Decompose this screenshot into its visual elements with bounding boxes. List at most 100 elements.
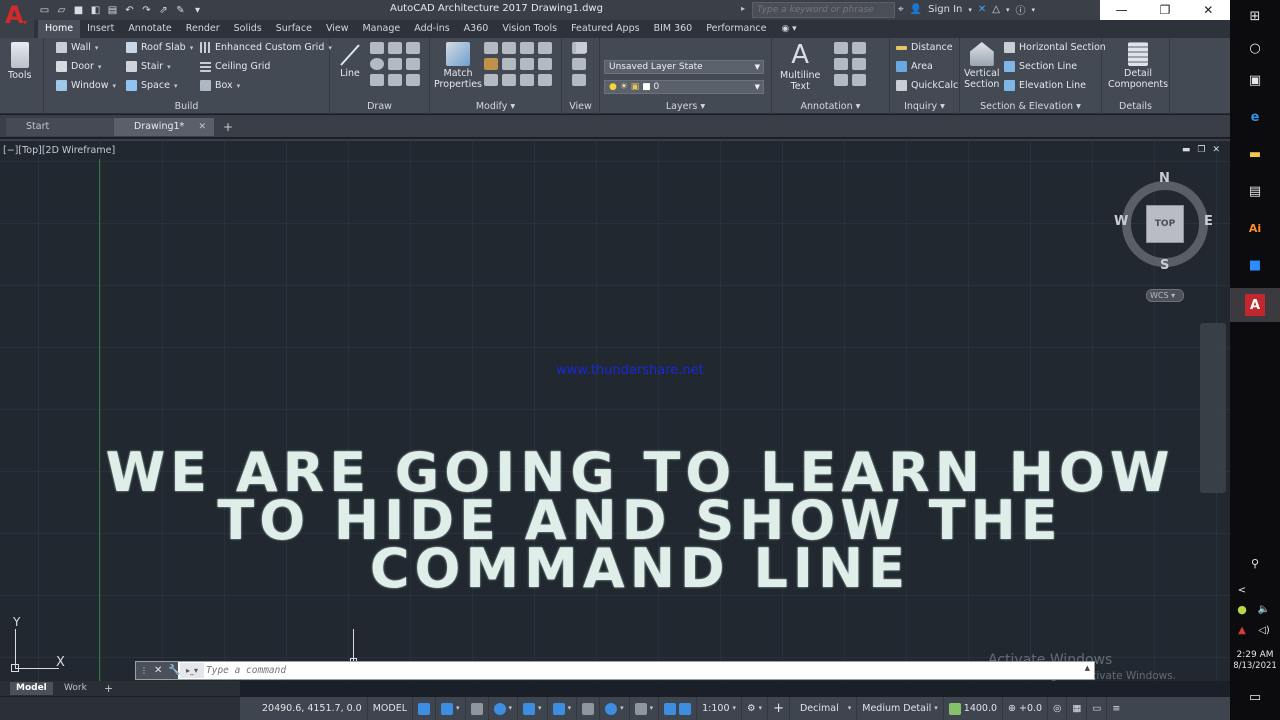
detail-components-button[interactable]: Detail Components	[1108, 42, 1168, 90]
tab-render[interactable]: Render	[179, 20, 227, 38]
file-explorer-icon[interactable]: ▬	[1243, 143, 1267, 165]
customization-menu[interactable]: ≡	[1107, 697, 1125, 720]
explode-icon[interactable]	[502, 74, 516, 86]
isolate-objects-toggle[interactable]: ◎	[1048, 697, 1068, 720]
wcs-menu-button[interactable]: WCS ▾	[1146, 289, 1184, 302]
annotation-scale-dropdown[interactable]: 1:100 ▾	[697, 697, 743, 720]
panel-title-modify[interactable]: Modify ▾	[430, 101, 561, 112]
hatch-icon[interactable]	[406, 58, 420, 70]
open-folder-icon[interactable]: ▱	[55, 4, 68, 17]
panel-title-annotation[interactable]: Annotation ▾	[772, 101, 889, 112]
sign-in-dropdown-icon[interactable]: ▾	[968, 6, 972, 14]
command-line-grip[interactable]: ⋮ ✕ 🔧	[136, 662, 181, 679]
elevation-line-button[interactable]: Elevation Line	[1004, 80, 1086, 91]
recent-commands-button[interactable]: ▸_▾	[180, 663, 204, 678]
isodraft-toggle[interactable]: ▾	[518, 697, 548, 720]
viewport-restore-icon[interactable]: ❐	[1197, 145, 1205, 155]
speaker-icon[interactable]: ◁)	[1252, 619, 1276, 641]
array-icon[interactable]	[484, 74, 498, 86]
roof-slab-button[interactable]: Roof Slab ▾	[126, 42, 193, 53]
save-as-icon[interactable]: ◧	[89, 4, 102, 17]
layer-state-dropdown[interactable]: Unsaved Layer State ▼	[604, 60, 764, 74]
ceiling-grid-button[interactable]: Ceiling Grid	[200, 61, 270, 72]
edge-browser-icon[interactable]: e	[1243, 106, 1267, 128]
model-space-toggle[interactable]: MODEL	[368, 697, 414, 720]
maximize-button[interactable]: ❐	[1143, 0, 1186, 20]
distance-button[interactable]: Distance	[896, 42, 953, 53]
stretch-icon[interactable]	[520, 58, 534, 70]
task-view-icon[interactable]: ▣	[1243, 69, 1267, 91]
windows-start-icon[interactable]: ⊞	[1243, 5, 1267, 27]
area-button[interactable]: Area	[896, 61, 933, 72]
scale-icon[interactable]	[538, 58, 552, 70]
a360-dropdown-icon[interactable]: ▾	[1006, 6, 1010, 14]
panel-title-view[interactable]: View	[562, 101, 599, 112]
command-history-icon[interactable]: ▲	[1085, 664, 1090, 672]
tab-performance[interactable]: Performance	[699, 20, 773, 38]
panel-title-inquiry[interactable]: Inquiry ▾	[890, 101, 959, 112]
command-input[interactable]	[206, 662, 1076, 679]
circle-icon[interactable]	[370, 58, 384, 70]
new-tab-button[interactable]: +	[220, 119, 236, 135]
tools-button[interactable]: Tools	[8, 42, 31, 81]
file-tab-drawing1[interactable]: Drawing1* ✕	[114, 118, 214, 136]
mirror-icon[interactable]	[484, 58, 498, 70]
vertical-section-button[interactable]: Vertical Section	[964, 42, 1000, 90]
coordinates-readout[interactable]: 20490.6, 4151.7, 0.0	[240, 697, 368, 720]
taskbar-clock-date[interactable]: 8/13/2021	[1230, 661, 1280, 671]
workspace-switch[interactable]: ⚙ ▾	[742, 697, 769, 720]
help-icon[interactable]: ⓘ	[1016, 2, 1026, 17]
keynote-icon[interactable]	[852, 58, 866, 70]
polyline-icon[interactable]	[370, 42, 384, 54]
viewport-controls-label[interactable]: [−][Top][2D Wireframe]	[3, 145, 115, 156]
tab-vision-tools[interactable]: Vision Tools	[495, 20, 564, 38]
a360-icon[interactable]: △	[992, 4, 1000, 15]
arc-icon[interactable]	[388, 42, 402, 54]
share-icon[interactable]: ⇗	[157, 4, 170, 17]
tag-icon[interactable]	[852, 42, 866, 54]
fillet-icon[interactable]	[502, 58, 516, 70]
dynamic-ucs-toggle[interactable]: ▾	[600, 697, 630, 720]
clean-screen-toggle[interactable]: ▭	[1087, 697, 1108, 720]
tab-featured-apps[interactable]: Featured Apps	[564, 20, 646, 38]
door-button[interactable]: Door ▾	[56, 61, 101, 72]
tray-app-icon[interactable]: ●	[1230, 598, 1254, 620]
rectangle-icon[interactable]	[370, 74, 384, 86]
help-dropdown-icon[interactable]: ▾	[1032, 6, 1036, 14]
undo-icon[interactable]: ↶	[123, 4, 136, 17]
close-button[interactable]: ✕	[1187, 0, 1230, 20]
viewcube-top-face[interactable]: TOP	[1146, 205, 1184, 243]
sign-in-button[interactable]: Sign In	[928, 4, 962, 15]
rotate-icon[interactable]	[502, 42, 516, 54]
match-properties-button[interactable]: Match Properties	[434, 42, 482, 90]
current-layer-dropdown[interactable]: ● ☀ ▣ ■ 0 ▼	[604, 80, 764, 94]
copy-icon[interactable]	[538, 42, 552, 54]
units-dropdown[interactable]: Decimal ▾	[790, 697, 858, 720]
cortana-icon[interactable]: ○	[1243, 37, 1267, 59]
erase-icon[interactable]	[538, 74, 552, 86]
compass-north[interactable]: N	[1159, 171, 1170, 186]
elevation-offset[interactable]: ⊕ +0.0	[1003, 697, 1049, 720]
redo-icon[interactable]: ↷	[140, 4, 153, 17]
display-detail-dropdown[interactable]: Medium Detail ▾	[857, 697, 944, 720]
tab-home[interactable]: Home	[38, 20, 81, 38]
ribbon-minimize-icon[interactable]: ◉ ▾	[781, 24, 796, 34]
file-tab-start[interactable]: Start	[6, 118, 114, 136]
action-center-icon[interactable]: ▭	[1243, 686, 1267, 708]
tab-surface[interactable]: Surface	[269, 20, 319, 38]
boundary-icon[interactable]	[406, 74, 420, 86]
section-line-button[interactable]: Section Line	[1004, 61, 1077, 72]
space-button[interactable]: Space ▾	[126, 80, 177, 91]
table-icon[interactable]	[852, 74, 866, 86]
new-file-icon[interactable]: ▭	[38, 4, 51, 17]
store-icon[interactable]: ▤	[1243, 180, 1267, 202]
save-icon[interactable]: ■	[72, 4, 85, 17]
window-button[interactable]: Window ▾	[56, 80, 116, 91]
compass-east[interactable]: E	[1204, 214, 1213, 229]
viewport-config-icon[interactable]	[572, 74, 586, 86]
panel-title-build[interactable]: Build	[44, 101, 329, 112]
object-snap-tracking-toggle[interactable]: ▾	[548, 697, 578, 720]
infer-constraints-toggle[interactable]	[466, 697, 489, 720]
layer-properties-button[interactable]	[576, 42, 587, 53]
taskbar-clock-time[interactable]: 2:29 AM	[1230, 649, 1280, 661]
